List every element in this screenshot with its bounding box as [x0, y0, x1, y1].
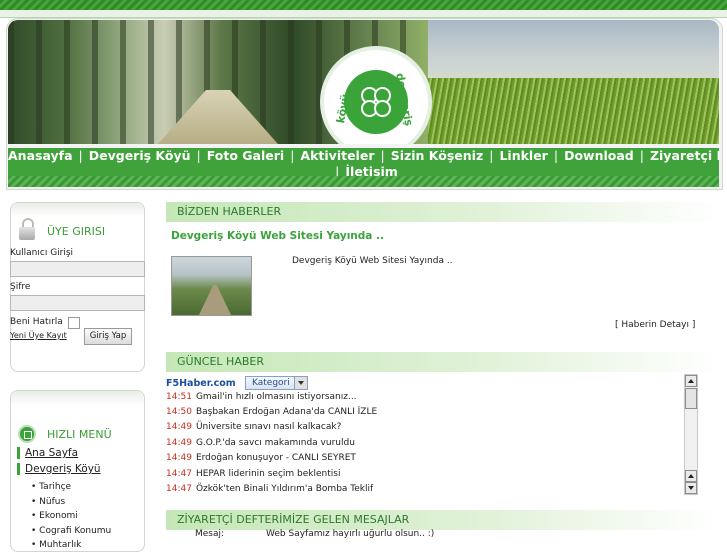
banner-grass	[428, 78, 719, 144]
news-thumbnail[interactable]	[171, 256, 252, 316]
nav-item-aktiviteler[interactable]: Aktiviteler	[300, 148, 374, 163]
news-headline[interactable]: Devgeriş Köyü Web Sitesi Yayında ..	[171, 230, 384, 242]
login-title: ÜYE GIRISI	[47, 225, 106, 238]
list-item[interactable]: 14:49 G.O.P.'da savcı makamında vuruldu	[166, 438, 355, 448]
scroll-thumb[interactable]	[685, 388, 697, 409]
news-detail-link[interactable]: [ Haberin Detayı ]	[615, 320, 695, 330]
banner-sky	[428, 20, 719, 82]
nav-item-linkler[interactable]: Linkler	[499, 148, 547, 163]
menu-icon	[18, 425, 36, 443]
nav-item-devgeris-koyu[interactable]: Devgeriş Köyü	[89, 148, 191, 163]
quick-menu-cografi-konumu[interactable]: • Cografi Konumu	[31, 526, 111, 536]
category-label: Kategori	[252, 378, 290, 388]
password-input[interactable]	[10, 295, 145, 311]
quick-menu-tarihce[interactable]: • Tarihçe	[31, 482, 71, 492]
password-label: Şifre	[10, 282, 31, 292]
list-item[interactable]: 14:50 Başbakan Erdoğan Adana'da CANLI İZL…	[166, 407, 377, 417]
login-button[interactable]: Giriş Yap	[84, 328, 132, 345]
list-item[interactable]: 14:51 Gmail'in hızlı olmasını istiyorsanı…	[166, 392, 357, 402]
lock-icon	[19, 218, 35, 240]
main-nav: Anasayfa | Devgeriş Köyü | Foto Galeri | Aktiv…	[8, 148, 719, 176]
header-banner: devgeriş köyü	[8, 20, 719, 144]
quick-menu-ana-sayfa[interactable]: Ana Sayfa	[17, 447, 78, 459]
nav-item-download[interactable]: Download	[564, 148, 634, 163]
news-summary: Devgeriş Köyü Web Sitesi Yayında ..	[292, 256, 453, 266]
nav-item-sizin-koseniz[interactable]: Sizin Köşeniz	[391, 148, 484, 163]
news-scrollbar[interactable]	[684, 374, 698, 495]
list-item[interactable]: 14:49 Erdoğan konuşuyor - CANLI SEYRET	[166, 453, 356, 463]
quick-menu-muhtarlik[interactable]: • Muhtarlık	[31, 540, 81, 550]
nav-item-iletisim[interactable]: İletişim	[345, 164, 397, 176]
username-label: Kullanıcı Girişi	[10, 248, 74, 258]
news-section-header: BİZDEN HABERLER	[166, 202, 720, 222]
category-dropdown[interactable]: Kategori	[245, 376, 308, 390]
quick-menu-nufus[interactable]: • Nüfus	[31, 497, 65, 507]
scroll-up-icon[interactable]	[685, 375, 697, 387]
quick-menu-box: HIZLI MENÜ Ana Sayfa Devgeriş Köyü • Tar…	[10, 390, 145, 552]
top-band	[0, 10, 727, 18]
list-item[interactable]: 14:47 Özkök'ten Binali Yıldırım'a Bomba T…	[166, 484, 373, 494]
chevron-down-icon	[294, 377, 307, 389]
nav-item-ziyaretci-defteri[interactable]: Ziyaretçi Defteri	[650, 148, 719, 163]
list-item[interactable]: 14:47 HEPAR liderinin seçim beklentisi	[166, 469, 340, 479]
nav-item-foto-galeri[interactable]: Foto Galeri	[207, 148, 284, 163]
username-input[interactable]	[10, 261, 145, 277]
register-link[interactable]: Yeni Üye Kayıt	[10, 331, 67, 340]
quick-menu-title: HIZLI MENÜ	[47, 428, 112, 441]
scroll-down-icon[interactable]	[685, 482, 697, 494]
quick-menu-ekonomi[interactable]: • Ekonomi	[31, 511, 78, 521]
remember-checkbox[interactable]	[68, 317, 80, 329]
nav-item-anasayfa[interactable]: Anasayfa	[8, 148, 73, 163]
list-item[interactable]: 14:49 Üniversite sınavı nasıl kalkacak?	[166, 422, 341, 432]
guestbook-header: ZİYARETÇİ DEFTERİMİZE GELEN MESAJLAR	[166, 510, 720, 530]
scroll-up-icon[interactable]	[685, 470, 697, 482]
guestbook-message-text: Web Sayfamız hayırlı uğurlu olsun.. :)	[266, 529, 435, 539]
quick-menu-devgeris-koyu[interactable]: Devgeriş Köyü	[17, 463, 101, 475]
clover-icon	[361, 87, 391, 117]
guestbook-message-label: Mesaj:	[195, 529, 225, 539]
nav-bottom-stripe	[8, 176, 719, 187]
news-source-logo[interactable]: F5Haber.com	[166, 378, 236, 389]
login-box: ÜYE GIRISI Kullanıcı Girişi Şifre Beni H…	[10, 202, 145, 372]
current-news-header: GÜNCEL HABER	[166, 352, 720, 372]
top-stripe	[0, 0, 727, 10]
remember-label: Beni Hatırla	[10, 317, 63, 327]
